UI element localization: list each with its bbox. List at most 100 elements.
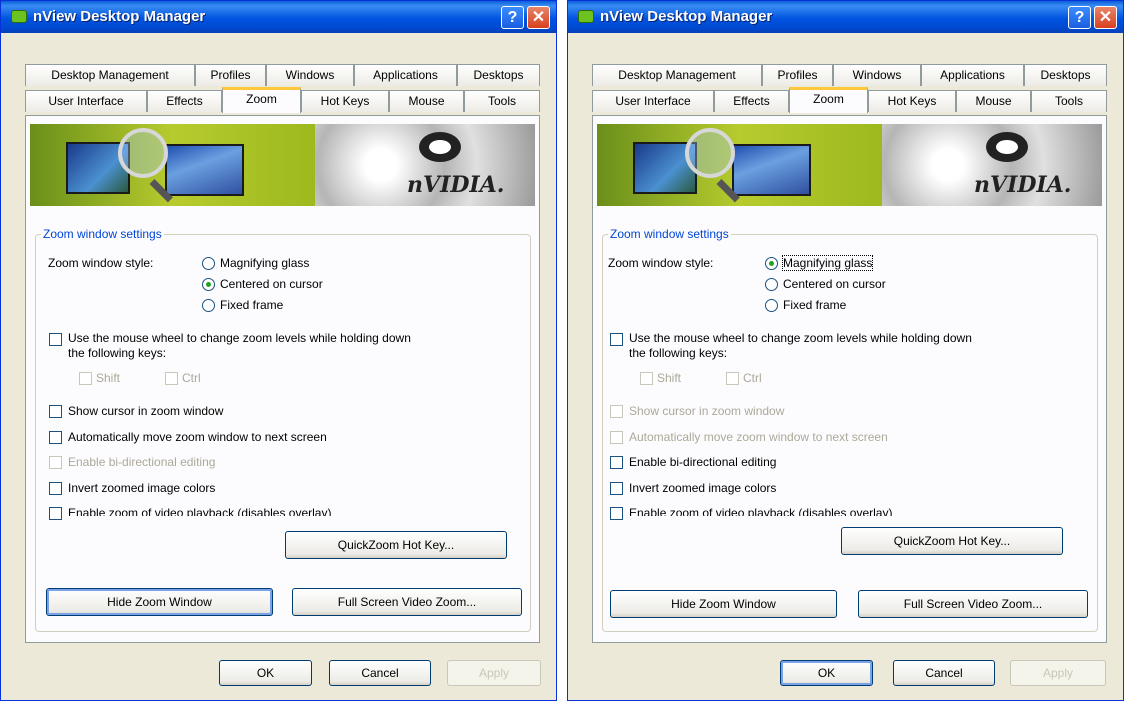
tab-windows[interactable]: Windows [833, 64, 921, 86]
bidirectional-checkbox[interactable] [610, 456, 623, 469]
invert-colors-label[interactable]: Invert zoomed image colors [68, 481, 215, 495]
ctrl-label: Ctrl [182, 371, 201, 385]
dialog-left: nView Desktop Manager ? ✕ Desktop Manage… [0, 0, 557, 701]
window-title: nView Desktop Manager [33, 8, 206, 25]
nvidia-banner: nVIDIA. [597, 124, 1102, 206]
show-cursor-checkbox[interactable] [610, 405, 623, 418]
invert-colors-checkbox[interactable] [49, 482, 62, 495]
hide-zoom-window-button[interactable]: Hide Zoom Window [46, 588, 273, 616]
tab-profiles[interactable]: Profiles [762, 64, 833, 86]
tab-user-interface[interactable]: User Interface [592, 90, 714, 112]
shift-label: Shift [96, 371, 121, 385]
mouse-wheel-label-2: the following keys: [68, 346, 167, 360]
video-zoom-checkbox[interactable] [49, 507, 62, 520]
ok-button[interactable]: OK [219, 660, 312, 686]
hide-zoom-window-button[interactable]: Hide Zoom Window [610, 590, 837, 618]
tab-tools[interactable]: Tools [1031, 90, 1107, 112]
radio-fixed-frame-label[interactable]: Fixed frame [220, 298, 283, 312]
full-screen-video-zoom-button[interactable]: Full Screen Video Zoom... [858, 590, 1088, 618]
tab-desktop-management[interactable]: Desktop Management [25, 64, 195, 86]
show-cursor-label[interactable]: Show cursor in zoom window [629, 404, 784, 418]
auto-move-checkbox[interactable] [610, 431, 623, 444]
video-zoom-label[interactable]: Enable zoom of video playback (disables … [68, 506, 331, 516]
quickzoom-hotkey-button[interactable]: QuickZoom Hot Key... [285, 531, 507, 559]
quickzoom-hotkey-button[interactable]: QuickZoom Hot Key... [841, 527, 1063, 555]
cancel-button[interactable]: Cancel [893, 660, 995, 686]
close-button[interactable]: ✕ [1094, 6, 1117, 29]
tab-desktop-management[interactable]: Desktop Management [592, 64, 762, 86]
mouse-wheel-checkbox[interactable] [49, 333, 62, 346]
help-button[interactable]: ? [1068, 6, 1091, 29]
tab-effects[interactable]: Effects [714, 90, 789, 112]
show-cursor-checkbox[interactable] [49, 405, 62, 418]
tab-tools[interactable]: Tools [464, 90, 540, 112]
radio-centered-on-cursor[interactable] [765, 278, 778, 291]
bidirectional-label[interactable]: Enable bi-directional editing [629, 455, 776, 469]
title-bar[interactable]: nView Desktop Manager ? ✕ [568, 1, 1123, 33]
nvidia-wordmark: nVIDIA. [407, 172, 505, 198]
magnifier-icon [118, 128, 168, 178]
invert-colors-label[interactable]: Invert zoomed image colors [629, 481, 776, 495]
tab-desktops[interactable]: Desktops [457, 64, 540, 86]
show-cursor-label[interactable]: Show cursor in zoom window [68, 404, 223, 418]
shift-checkbox[interactable] [79, 372, 92, 385]
auto-move-checkbox[interactable] [49, 431, 62, 444]
tab-applications[interactable]: Applications [354, 64, 457, 86]
radio-magnifying-glass[interactable] [202, 257, 215, 270]
bidirectional-label[interactable]: Enable bi-directional editing [68, 455, 215, 469]
nvidia-eye-icon [419, 132, 461, 162]
tab-zoom[interactable]: Zoom [789, 87, 868, 113]
tab-mouse[interactable]: Mouse [956, 90, 1031, 112]
ctrl-label: Ctrl [743, 371, 762, 385]
shift-checkbox[interactable] [640, 372, 653, 385]
tab-profiles[interactable]: Profiles [195, 64, 266, 86]
apply-button[interactable]: Apply [447, 660, 541, 686]
radio-magnifying-glass-label[interactable]: Magnifying glass [781, 255, 874, 271]
nvidia-eye-icon [986, 132, 1028, 162]
tab-effects[interactable]: Effects [147, 90, 222, 112]
tab-zoom[interactable]: Zoom [222, 87, 301, 113]
banner-art [30, 124, 315, 206]
zoom-style-label: Zoom window style: [608, 256, 714, 270]
group-title: Zoom window settings [41, 227, 164, 241]
magnifier-icon [685, 128, 735, 178]
radio-centered-on-cursor-label[interactable]: Centered on cursor [220, 277, 323, 291]
help-button[interactable]: ? [501, 6, 524, 29]
radio-fixed-frame-label[interactable]: Fixed frame [783, 298, 846, 312]
nvidia-app-icon [578, 10, 594, 23]
full-screen-video-zoom-button[interactable]: Full Screen Video Zoom... [292, 588, 522, 616]
tab-applications[interactable]: Applications [921, 64, 1024, 86]
tab-user-interface[interactable]: User Interface [25, 90, 147, 112]
close-button[interactable]: ✕ [527, 6, 550, 29]
dialog-right: nView Desktop Manager ? ✕ Desktop Manage… [567, 0, 1124, 701]
video-zoom-checkbox[interactable] [610, 507, 623, 520]
apply-button[interactable]: Apply [1010, 660, 1106, 686]
tab-hot-keys[interactable]: Hot Keys [301, 90, 389, 112]
radio-fixed-frame[interactable] [202, 299, 215, 312]
cancel-button[interactable]: Cancel [329, 660, 431, 686]
radio-fixed-frame[interactable] [765, 299, 778, 312]
radio-magnifying-glass[interactable] [765, 257, 778, 270]
mouse-wheel-label[interactable]: Use the mouse wheel to change zoom level… [629, 331, 972, 345]
nvidia-banner: nVIDIA. [30, 124, 535, 206]
auto-move-label[interactable]: Automatically move zoom window to next s… [629, 430, 888, 444]
mouse-wheel-checkbox[interactable] [610, 333, 623, 346]
tab-mouse[interactable]: Mouse [389, 90, 464, 112]
title-bar[interactable]: nView Desktop Manager ? ✕ [1, 1, 556, 33]
bidirectional-checkbox[interactable] [49, 456, 62, 469]
invert-colors-checkbox[interactable] [610, 482, 623, 495]
nvidia-wordmark: nVIDIA. [974, 172, 1072, 198]
ctrl-checkbox[interactable] [726, 372, 739, 385]
radio-centered-on-cursor-label[interactable]: Centered on cursor [783, 277, 886, 291]
ctrl-checkbox[interactable] [165, 372, 178, 385]
mouse-wheel-label[interactable]: Use the mouse wheel to change zoom level… [68, 331, 411, 345]
tab-windows[interactable]: Windows [266, 64, 354, 86]
auto-move-label[interactable]: Automatically move zoom window to next s… [68, 430, 327, 444]
group-title: Zoom window settings [608, 227, 731, 241]
tab-hot-keys[interactable]: Hot Keys [868, 90, 956, 112]
video-zoom-label[interactable]: Enable zoom of video playback (disables … [629, 506, 892, 516]
ok-button[interactable]: OK [780, 660, 873, 686]
radio-centered-on-cursor[interactable] [202, 278, 215, 291]
radio-magnifying-glass-label[interactable]: Magnifying glass [220, 256, 309, 270]
tab-desktops[interactable]: Desktops [1024, 64, 1107, 86]
